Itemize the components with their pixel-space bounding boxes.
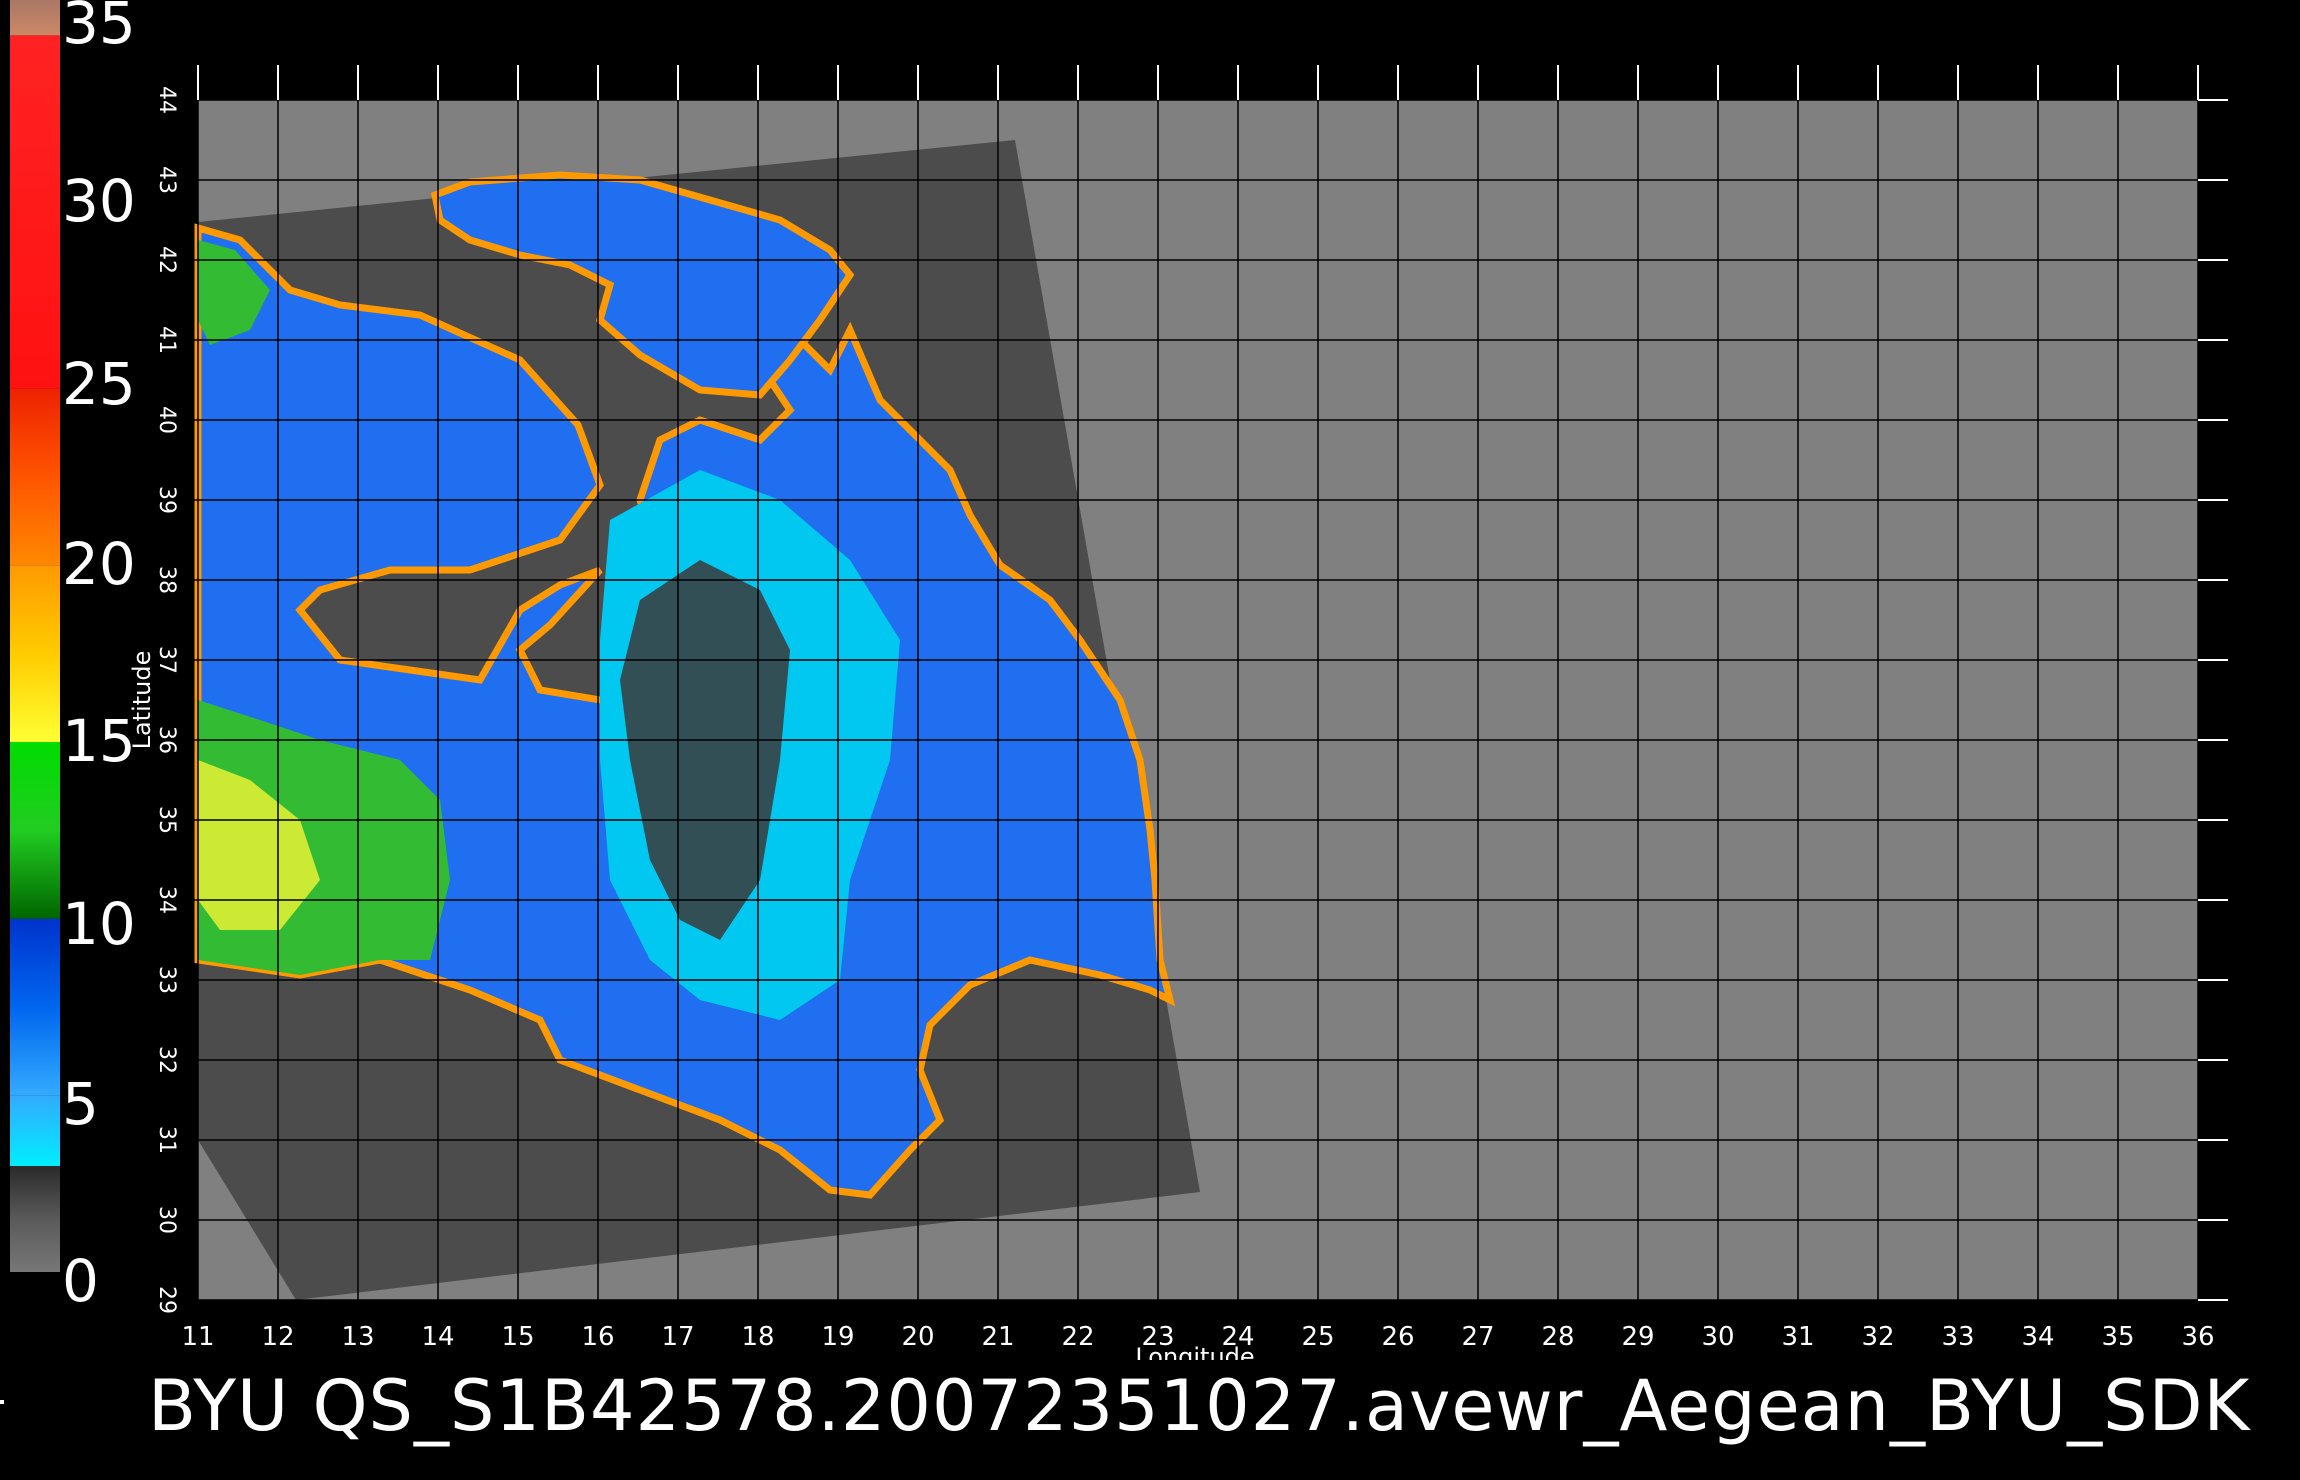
latitude-tick-label: 31: [154, 1126, 179, 1154]
longitude-tick-label: 20: [901, 1322, 934, 1352]
x-axis-label: Longitude: [1135, 1343, 1254, 1360]
latitude-tick-label: 41: [154, 326, 179, 354]
latitude-tick-label: 29: [154, 1286, 179, 1314]
y-axis-label: Latitude: [128, 651, 156, 750]
longitude-tick-label: 36: [2181, 1322, 2214, 1352]
latitude-tick-label: 35: [154, 806, 179, 834]
longitude-tick-label: 29: [1621, 1322, 1654, 1352]
caption-marker: [0, 1400, 4, 1404]
latitude-tick-label: 40: [154, 406, 179, 434]
longitude-tick-label: 31: [1781, 1322, 1814, 1352]
longitude-tick-label: 34: [2021, 1322, 2054, 1352]
longitude-tick-label: 14: [421, 1322, 454, 1352]
longitude-tick-label: 12: [261, 1322, 294, 1352]
longitude-tick-label: 13: [341, 1322, 374, 1352]
longitude-tick-label: 33: [1941, 1322, 1974, 1352]
longitude-tick-label: 22: [1061, 1322, 1094, 1352]
latitude-tick-label: 30: [154, 1206, 179, 1234]
latitude-tick-label: 34: [154, 886, 179, 914]
longitude-tick-label: 32: [1861, 1322, 1894, 1352]
longitude-tick-label: 27: [1461, 1322, 1494, 1352]
latitude-tick-label: 33: [154, 966, 179, 994]
longitude-tick-label: 28: [1541, 1322, 1574, 1352]
latitude-tick-label: 44: [154, 86, 179, 114]
image-caption: BYU QS_S1B42578.20072351027.avewr_Aegean…: [148, 1365, 2251, 1447]
longitude-tick-label: 15: [501, 1322, 534, 1352]
latitude-tick-label: 43: [154, 166, 179, 194]
latitude-tick-label: 38: [154, 566, 179, 594]
longitude-tick-label: 19: [821, 1322, 854, 1352]
longitude-tick-label: 21: [981, 1322, 1014, 1352]
wind-map: 11 12 13 14 15 16 17 18 19 20 21 22 23 24 25 26 27 28 29 30…: [128, 65, 2228, 1360]
longitude-tick-label: 18: [741, 1322, 774, 1352]
latitude-tick-label: 42: [154, 246, 179, 274]
longitude-tick-label: 30: [1701, 1322, 1734, 1352]
longitude-tick-label: 16: [581, 1322, 614, 1352]
longitude-tick-label: 11: [181, 1322, 214, 1352]
latitude-tick-label: 32: [154, 1046, 179, 1074]
longitude-tick-label: 17: [661, 1322, 694, 1352]
latitude-tick-label: 37: [154, 646, 179, 674]
latitude-tick-label: 36: [154, 726, 179, 754]
longitude-tick-label: 25: [1301, 1322, 1334, 1352]
longitude-tick-label: 35: [2101, 1322, 2134, 1352]
longitude-tick-label: 26: [1381, 1322, 1414, 1352]
latitude-ticks: 29 30 31 32 33 34 35 36 37 38 39 40 41 42 43 44: [154, 86, 179, 1314]
latitude-tick-label: 39: [154, 486, 179, 514]
